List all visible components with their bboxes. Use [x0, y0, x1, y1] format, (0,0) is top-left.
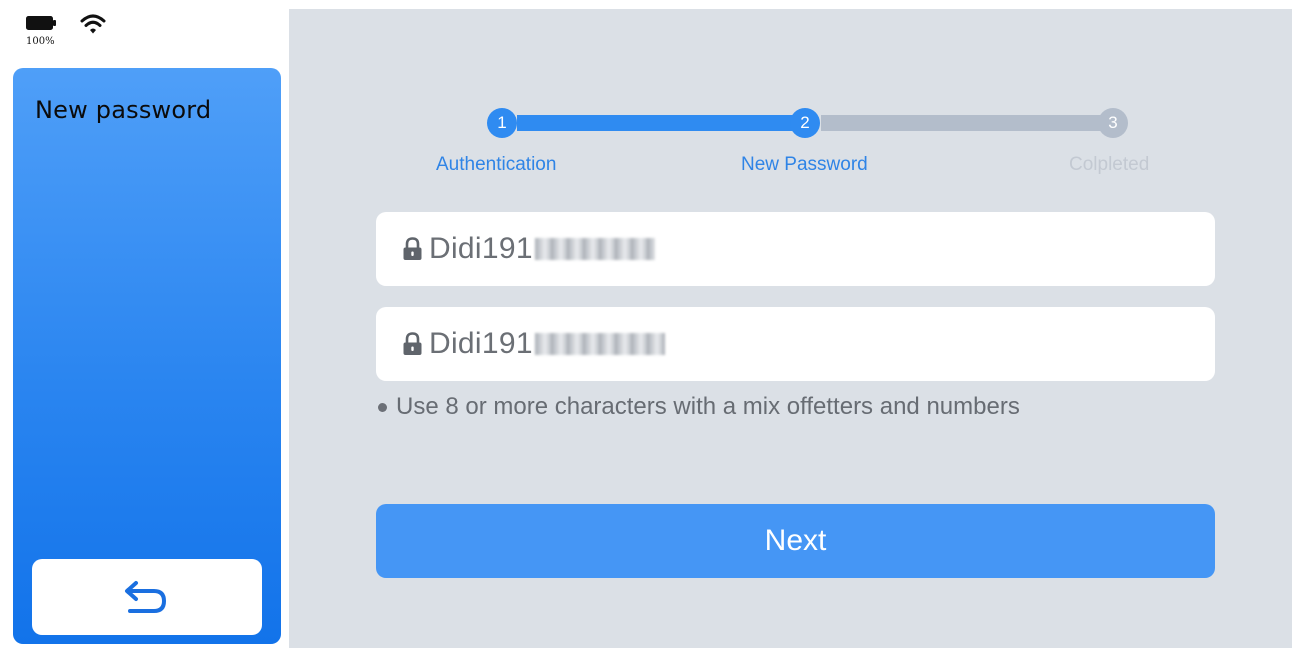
- step-3-label: Colpleted: [1069, 154, 1150, 175]
- bullet-icon: [378, 402, 387, 412]
- step-3-indicator: 3: [1098, 108, 1128, 138]
- screen: 100% New password 1 2 3 Authentication N…: [0, 0, 1292, 648]
- password-hint: Use 8 or more characters with a mix offe…: [376, 393, 1020, 421]
- new-password-field[interactable]: Didi191: [376, 212, 1215, 286]
- sidebar-card: New password: [13, 68, 281, 644]
- sidebar-title: New password: [35, 96, 212, 124]
- masked-text: [534, 238, 655, 260]
- wifi-icon: [80, 14, 106, 34]
- confirm-password-value: Didi191: [429, 327, 533, 360]
- new-password-value: Didi191: [429, 232, 533, 265]
- left-panel: 100% New password: [0, 0, 289, 648]
- battery-full-icon: [26, 16, 56, 30]
- undo-arrow-icon: [125, 581, 166, 613]
- next-button[interactable]: Next: [376, 504, 1215, 578]
- password-hint-text: Use 8 or more characters with a mix offe…: [396, 393, 1020, 420]
- lock-icon: [403, 237, 422, 260]
- status-bar: 100%: [22, 10, 222, 50]
- step-connector-1: [517, 115, 795, 131]
- main-panel: 1 2 3 Authentication New Password Colple…: [289, 9, 1292, 648]
- step-connector-2: [821, 115, 1101, 131]
- step-1-indicator: 1: [487, 108, 517, 138]
- confirm-password-field[interactable]: Didi191: [376, 307, 1215, 381]
- progress-stepper: 1 2 3 Authentication New Password Colple…: [289, 9, 1292, 209]
- masked-text: [534, 333, 665, 355]
- step-2-indicator: 2: [790, 108, 820, 138]
- back-button[interactable]: [32, 559, 262, 635]
- step-1-label: Authentication: [436, 154, 557, 175]
- lock-icon: [403, 332, 422, 355]
- battery-percent: 100%: [26, 36, 55, 47]
- step-2-label: New Password: [741, 154, 868, 175]
